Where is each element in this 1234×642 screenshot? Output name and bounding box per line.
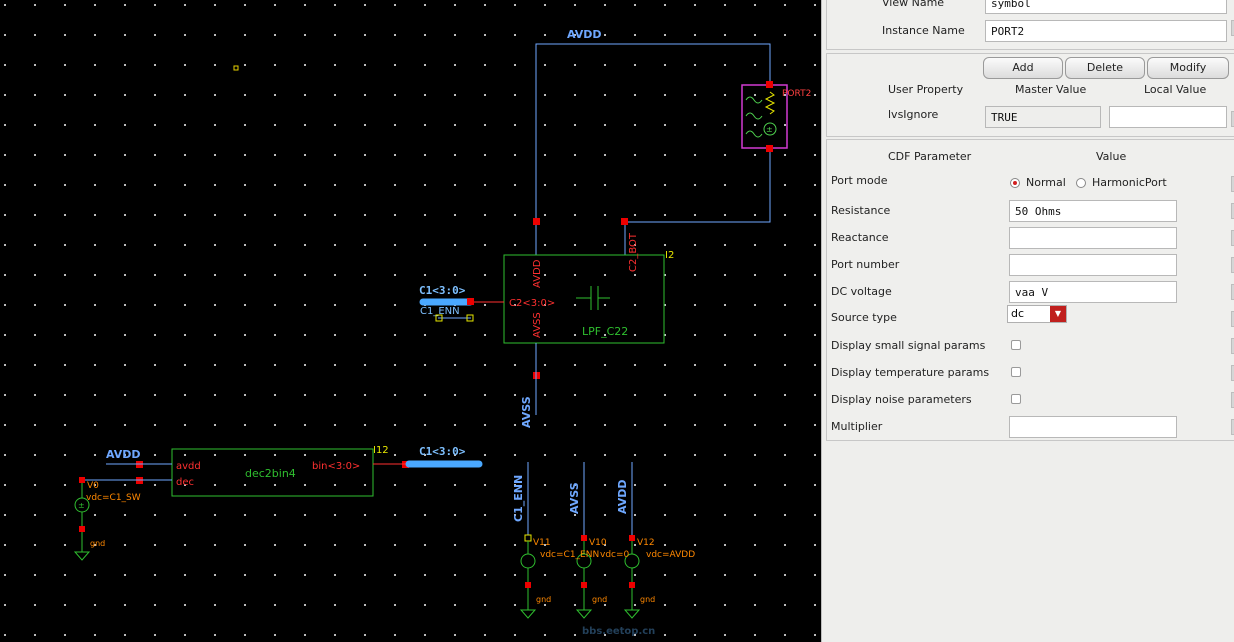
- chevron-down-icon[interactable]: ▼: [1050, 306, 1066, 322]
- master-value-header: Master Value: [1015, 83, 1087, 96]
- dc-voltage-field[interactable]: vaa V: [1009, 281, 1177, 303]
- net-label-avdd-bottom: AVDD: [616, 479, 629, 514]
- port-mode-label: Port mode: [831, 174, 888, 187]
- cdf-value-header: Value: [1096, 150, 1127, 163]
- cdf-parameter-header: CDF Parameter: [888, 150, 972, 163]
- modify-button[interactable]: Modify: [1147, 57, 1229, 79]
- v12-gnd-label: gnd: [640, 595, 655, 604]
- dc-voltage-label: DC voltage: [831, 285, 892, 298]
- port2-instance-label: PORT2: [782, 89, 811, 99]
- net-label-c1-bus-lpf: C1<3:0>: [419, 284, 466, 297]
- v0-gnd-label: gnd: [90, 539, 105, 548]
- v11-gnd-label: gnd: [536, 595, 551, 604]
- grid-dots: [0, 0, 821, 642]
- reactance-field[interactable]: [1009, 227, 1177, 249]
- v10-name: V10: [589, 538, 607, 548]
- resistance-label: Resistance: [831, 204, 891, 217]
- delete-button[interactable]: Delete: [1065, 57, 1145, 79]
- dec-pin-dec: dec: [176, 477, 194, 488]
- dec-pin-avdd: avdd: [176, 461, 201, 472]
- temperature-label: Display temperature params: [831, 366, 990, 379]
- v0-name: V0: [87, 481, 99, 491]
- temperature-checkbox[interactable]: [1011, 367, 1021, 377]
- v12-name: V12: [637, 538, 655, 548]
- cdf-parameter-group: CDF Parameter Value Port mode Normal Har…: [826, 139, 1234, 441]
- source-type-label: Source type: [831, 311, 897, 324]
- lpf-pin-avss: AVSS: [532, 312, 543, 338]
- port-mode-harmonic-label: HarmonicPort: [1092, 176, 1167, 189]
- net-label-avdd-top: AVDD: [567, 28, 602, 41]
- port-number-field[interactable]: [1009, 254, 1177, 276]
- port-number-label: Port number: [831, 258, 900, 271]
- net-label-c1-enn-bottom: C1_ENN: [512, 475, 525, 522]
- property-panel: View Name symbol Instance Name PORT2 Add…: [821, 0, 1234, 642]
- v11-name: V11: [533, 538, 551, 548]
- schematic-drawing[interactable]: AVDD ± PORT2 I2 LPF_C22 C2<3:0> AVDD AVS…: [0, 0, 821, 642]
- port-mode-harmonic-radio[interactable]: [1076, 178, 1086, 188]
- lvsignore-local-field[interactable]: [1109, 106, 1227, 128]
- multiplier-label: Multiplier: [831, 420, 883, 433]
- source-type-select[interactable]: dc ▼: [1007, 305, 1067, 323]
- svg-text:±: ±: [766, 125, 773, 134]
- lpf-cell-label: LPF_C22: [582, 325, 628, 338]
- net-label-avdd-dec: AVDD: [106, 448, 141, 461]
- lpf-pin-c2bot: C2_BOT: [628, 232, 639, 272]
- reactance-label: Reactance: [831, 231, 889, 244]
- user-property-group: Add Delete Modify User Property Master V…: [826, 53, 1234, 137]
- multiplier-field[interactable]: [1009, 416, 1177, 438]
- lvsignore-master-field: TRUE: [985, 106, 1101, 128]
- resistance-field[interactable]: 50 Ohms: [1009, 200, 1177, 222]
- watermark: bbs.eetop.cn: [582, 626, 655, 637]
- view-name-field[interactable]: symbol: [985, 0, 1227, 14]
- view-name-label: View Name: [882, 0, 945, 9]
- lvsignore-label: lvsIgnore: [888, 108, 939, 121]
- net-label-avss-bottom: AVSS: [568, 482, 581, 514]
- noise-checkbox[interactable]: [1011, 394, 1021, 404]
- dec-instance-label: I12: [373, 445, 389, 456]
- v12-param: vdc=AVDD: [646, 550, 695, 560]
- dec-cell-label: dec2bin4: [245, 467, 296, 480]
- user-property-header: User Property: [888, 83, 964, 96]
- local-value-header: Local Value: [1144, 83, 1207, 96]
- instance-name-field[interactable]: PORT2: [985, 20, 1227, 42]
- svg-text:±: ±: [78, 501, 85, 510]
- small-signal-checkbox[interactable]: [1011, 340, 1021, 350]
- source-type-value: dc: [1011, 307, 1025, 320]
- v0-param: vdc=C1_SW: [86, 493, 141, 503]
- lpf-pin-avdd: AVDD: [532, 259, 543, 288]
- instance-group: View Name symbol Instance Name PORT2: [826, 0, 1234, 50]
- schematic-canvas[interactable]: AVDD ± PORT2 I2 LPF_C22 C2<3:0> AVDD AVS…: [0, 0, 821, 642]
- small-signal-label: Display small signal params: [831, 339, 986, 352]
- v10-gnd-label: gnd: [592, 595, 607, 604]
- instance-name-label: Instance Name: [882, 24, 965, 37]
- port-mode-normal-label: Normal: [1026, 176, 1066, 189]
- lpf-instance-label: I2: [665, 250, 674, 261]
- add-button[interactable]: Add: [983, 57, 1063, 79]
- net-label-avss-lpf: AVSS: [520, 396, 533, 428]
- lpf-pin-c2: C2<3:0>: [509, 298, 555, 309]
- dec-pin-bin: bin<3:0>: [312, 461, 360, 472]
- net-label-c1-bus-dec: C1<3:0>: [419, 445, 466, 458]
- port-mode-normal-radio[interactable]: [1010, 178, 1020, 188]
- v10-param: vdc=0: [600, 550, 630, 560]
- v11-param: vdc=C1_ENN: [540, 550, 599, 560]
- noise-label: Display noise parameters: [831, 393, 972, 406]
